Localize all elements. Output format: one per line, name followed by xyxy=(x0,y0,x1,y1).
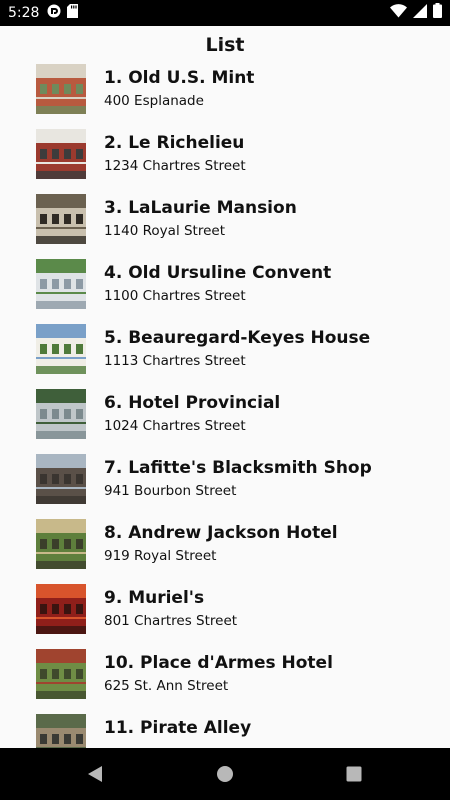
beauregard-keyes-house-photo xyxy=(36,324,86,374)
thumbnail-photo xyxy=(36,259,86,309)
recents-icon[interactable] xyxy=(342,762,366,786)
screen: 5:28 List 1. Old U.S. Mint 400 Esplanade… xyxy=(0,0,450,800)
thumbnail-photo xyxy=(36,324,86,374)
back-icon[interactable] xyxy=(83,762,107,786)
item-name: 5. Beauregard-Keyes House xyxy=(104,328,371,348)
app-notification-icon xyxy=(47,4,61,23)
status-time: 5:28 xyxy=(8,5,40,21)
thumbnail-photo xyxy=(36,194,86,244)
item-name: 10. Place d'Armes Hotel xyxy=(104,653,333,673)
item-address: 919 Royal Street xyxy=(104,548,217,564)
thumbnail-photo xyxy=(36,454,86,504)
thumbnail-photo xyxy=(36,129,86,179)
list-item[interactable]: 4. Old Ursuline Convent 1100 Chartres Str… xyxy=(0,257,450,322)
list-item[interactable]: 9. Muriel's 801 Chartres Street xyxy=(0,582,450,647)
sd-card-icon xyxy=(67,3,79,23)
thumbnail-photo xyxy=(36,649,86,699)
item-name: 8. Andrew Jackson Hotel xyxy=(104,523,338,543)
lalaurie-mansion-photo xyxy=(36,194,86,244)
list-item[interactable]: 6. Hotel Provincial 1024 Chartres Street xyxy=(0,387,450,452)
status-right-icons xyxy=(390,3,442,23)
item-address: 1100 Chartres Street xyxy=(104,288,246,304)
item-address: 801 Chartres Street xyxy=(104,613,238,629)
old-us-mint-photo xyxy=(36,64,86,114)
item-name: 4. Old Ursuline Convent xyxy=(104,263,332,283)
list-item[interactable]: 10. Place d'Armes Hotel 625 St. Ann Stree… xyxy=(0,647,450,712)
item-address: 625 St. Ann Street xyxy=(104,678,229,694)
place-darmes-hotel-photo xyxy=(36,649,86,699)
status-left-icons xyxy=(47,3,79,23)
muriels-photo xyxy=(36,584,86,634)
thumbnail-photo xyxy=(36,389,86,439)
list-item[interactable]: 3. LaLaurie Mansion 1140 Royal Street xyxy=(0,192,450,257)
le-richelieu-photo xyxy=(36,129,86,179)
hotel-provincial-photo xyxy=(36,389,86,439)
page-title: List xyxy=(205,34,245,56)
battery-icon xyxy=(433,3,442,23)
thumbnail-photo xyxy=(36,584,86,634)
thumbnail-photo xyxy=(36,64,86,114)
item-address: 400 Esplanade xyxy=(104,93,204,109)
item-address: 1113 Chartres Street xyxy=(104,353,246,369)
old-ursuline-convent-photo xyxy=(36,259,86,309)
item-name: 11. Pirate Alley xyxy=(104,718,252,738)
andrew-jackson-hotel-photo xyxy=(36,519,86,569)
wifi-icon xyxy=(390,3,407,23)
list-item[interactable]: 7. Lafitte's Blacksmith Shop 941 Bourbon … xyxy=(0,452,450,517)
item-address: 1140 Royal Street xyxy=(104,223,226,239)
navigation-bar xyxy=(0,748,450,800)
item-name: 9. Muriel's xyxy=(104,588,205,608)
place-list[interactable]: 1. Old U.S. Mint 400 Esplanade 2. Le Riche… xyxy=(0,62,450,748)
item-name: 6. Hotel Provincial xyxy=(104,393,281,413)
list-item[interactable]: 5. Beauregard-Keyes House 1113 Chartres S… xyxy=(0,322,450,387)
item-name: 3. LaLaurie Mansion xyxy=(104,198,297,218)
item-name: 2. Le Richelieu xyxy=(104,133,245,153)
item-name: 1. Old U.S. Mint xyxy=(104,68,255,88)
pirate-alley-photo xyxy=(36,714,86,748)
item-address: 1234 Chartres Street xyxy=(104,158,246,174)
item-address: 1024 Chartres Street xyxy=(104,418,246,434)
lafittes-blacksmith-shop-photo xyxy=(36,454,86,504)
item-address: 941 Bourbon Street xyxy=(104,483,237,499)
item-name: 7. Lafitte's Blacksmith Shop xyxy=(104,458,372,478)
cellular-signal-icon xyxy=(413,3,427,23)
status-bar: 5:28 xyxy=(0,0,450,26)
list-item[interactable]: 8. Andrew Jackson Hotel 919 Royal Street xyxy=(0,517,450,582)
thumbnail-photo xyxy=(36,714,86,748)
list-item[interactable]: 2. Le Richelieu 1234 Chartres Street xyxy=(0,127,450,192)
list-item[interactable]: 11. Pirate Alley xyxy=(0,712,450,748)
thumbnail-photo xyxy=(36,519,86,569)
list-item[interactable]: 1. Old U.S. Mint 400 Esplanade xyxy=(0,62,450,127)
home-icon[interactable] xyxy=(213,762,237,786)
